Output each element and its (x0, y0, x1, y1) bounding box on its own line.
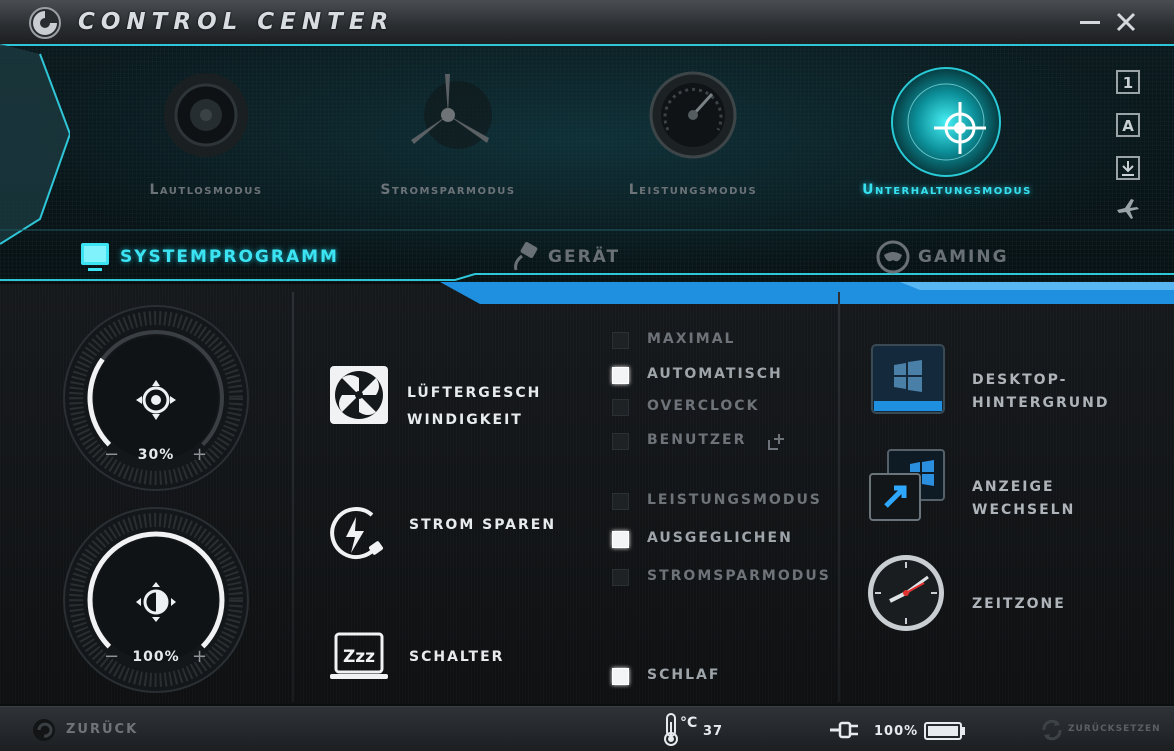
brightness-icon (136, 582, 176, 622)
reset-label: ZURÜCKSETZEN (1068, 724, 1161, 734)
usb-plug-icon (514, 242, 538, 271)
option-label: AUTOMATISCH (647, 366, 783, 382)
mode-entertainment[interactable]: Unterhaltungsmodus (832, 67, 1062, 220)
back-label: ZURÜCK (66, 722, 139, 737)
tab-gaming[interactable]: GAMING (876, 238, 1026, 278)
option-label: BENUTZER (647, 432, 747, 448)
checkbox[interactable] (612, 367, 629, 384)
mode-power-save-label: Stromsparmodus (380, 182, 516, 198)
switch-display-icon (869, 449, 945, 521)
option-label: OVERCLOCK (647, 398, 760, 414)
airplane-icon[interactable] (1115, 196, 1141, 222)
shortcut-display-label: ANZEIGE WECHSELN (972, 476, 1075, 522)
temperature-unit: °C (680, 715, 698, 731)
shortcut-switch-display[interactable]: ANZEIGE WECHSELN (862, 448, 1162, 538)
radar-target-icon (891, 67, 1001, 177)
add-custom-icon[interactable] (766, 432, 786, 452)
sleep-laptop-icon[interactable]: Zzz (328, 628, 390, 690)
tab-systemprogramm-label: SYSTEMPROGRAMM (120, 247, 339, 267)
tab-systemprogramm[interactable]: SYSTEMPROGRAMM (78, 238, 368, 278)
app-logo-icon (29, 7, 61, 39)
brightness-value: 100% (132, 649, 180, 665)
shortcut-timezone-label: ZEITZONE (972, 596, 1066, 612)
fan-speed-label: LÜFTERGESCH WINDIGKEIT (407, 380, 577, 434)
brightness-increase-button[interactable]: + (192, 646, 207, 667)
thermometer-icon (664, 713, 678, 746)
fan-icon[interactable] (328, 364, 390, 426)
mode-silent[interactable]: Lautlosmodus (91, 70, 321, 220)
checkbox[interactable] (612, 493, 629, 510)
power-save-icon[interactable] (326, 503, 388, 565)
ac-plug-icon (830, 721, 858, 739)
back-icon (33, 719, 55, 741)
panel-divider (292, 292, 294, 702)
mode-entertainment-label: Unterhaltungsmodus (862, 182, 1032, 198)
gamepad-icon (876, 240, 910, 274)
option-label: LEISTUNGSMODUS (647, 492, 822, 508)
monitor-icon (81, 243, 109, 271)
fan-speed-label-line2: WINDIGKEIT (407, 412, 523, 428)
power-save-label: STROM SPAREN (409, 517, 557, 533)
fan-increase-button[interactable]: + (192, 444, 207, 465)
profile-a-icon[interactable]: A (1115, 112, 1141, 138)
option-label: STROMSPARMODUS (647, 568, 831, 584)
status-bar (0, 706, 1174, 751)
option-label: AUSGEGLICHEN (647, 530, 793, 546)
fan-target-icon (136, 380, 176, 420)
panel-divider (838, 292, 840, 702)
checkbox[interactable] (612, 531, 629, 548)
fan-speed-label-line1: LÜFTERGESCH (407, 385, 542, 401)
checkbox[interactable] (612, 668, 629, 685)
windows-wallpaper-icon (871, 344, 945, 414)
temperature-value: 37 (703, 724, 724, 739)
shortcut-display-line2: WECHSELN (972, 502, 1076, 518)
mode-performance-label: Leistungsmodus (628, 182, 758, 198)
shortcut-display-line1: ANZEIGE (972, 479, 1055, 495)
profile-1-text: 1 (1123, 74, 1133, 92)
shortcut-timezone[interactable]: ZEITZONE (862, 553, 1162, 643)
battery-percentage: 100% (874, 724, 919, 739)
option-label: MAXIMAL (647, 331, 736, 347)
option-label: SCHLAF (647, 667, 721, 683)
mode-power-save[interactable]: Stromsparmodus (333, 70, 563, 220)
mode-silent-label: Lautlosmodus (149, 182, 263, 198)
reset-icon (1042, 719, 1062, 741)
download-icon[interactable] (1115, 155, 1141, 181)
shortcut-wallpaper-label: DESKTOP- HINTERGRUND (972, 369, 1110, 415)
speedometer-icon (649, 71, 737, 159)
profile-1-icon[interactable]: 1 (1115, 69, 1141, 95)
window-title: CONTROL CENTER (78, 9, 395, 35)
tab-gaming-label: GAMING (918, 247, 1009, 267)
checkbox[interactable] (612, 569, 629, 586)
clock-icon (868, 555, 944, 631)
tab-geraet-label: GERÄT (548, 247, 621, 267)
shortcut-wallpaper-line1: DESKTOP- (972, 372, 1068, 388)
fan-speed-value: 30% (137, 447, 175, 463)
brightness-dial[interactable]: − 100% + (62, 506, 250, 694)
battery-icon (924, 722, 965, 740)
accent-stripe (440, 282, 1174, 304)
minimize-button[interactable] (1076, 8, 1104, 36)
speaker-icon (164, 73, 248, 157)
propeller-icon (411, 74, 492, 149)
mode-performance[interactable]: Leistungsmodus (578, 70, 808, 220)
checkbox[interactable] (612, 332, 629, 349)
svg-text:Zzz: Zzz (343, 647, 375, 667)
shortcut-wallpaper-line2: HINTERGRUND (972, 395, 1110, 411)
close-button[interactable] (1112, 8, 1140, 36)
tab-geraet[interactable]: GERÄT (506, 238, 656, 278)
sleep-switch-label: SCHALTER (409, 649, 505, 665)
checkbox[interactable] (612, 433, 629, 450)
battery-fill (928, 726, 958, 736)
checkbox[interactable] (612, 399, 629, 416)
profile-a-text: A (1122, 117, 1134, 135)
fan-speed-dial[interactable]: − 30% + (62, 304, 250, 492)
shortcut-desktop-wallpaper[interactable]: DESKTOP- HINTERGRUND (862, 341, 1162, 431)
